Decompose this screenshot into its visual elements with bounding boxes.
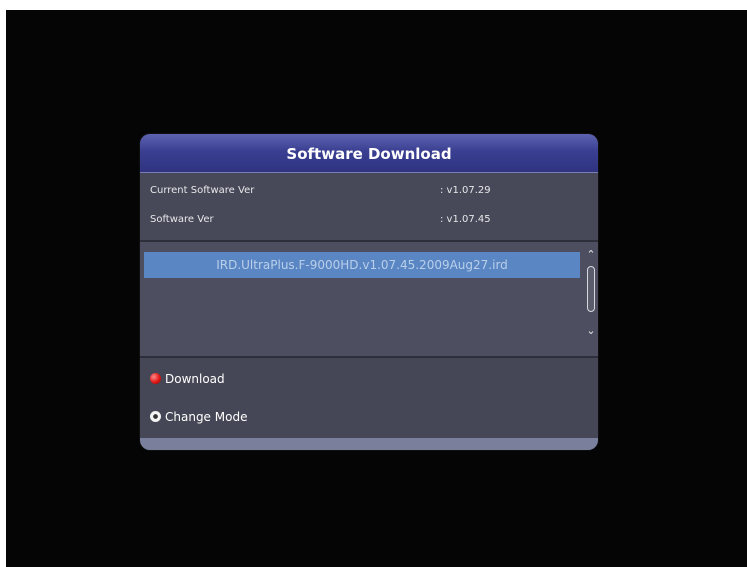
red-button-icon <box>150 373 161 384</box>
chevron-down-icon[interactable]: ⌄ <box>585 325 597 336</box>
version-info-panel: Current Software Ver : v1.07.29 Software… <box>140 173 598 242</box>
dialog-bottom-border <box>140 438 598 450</box>
software-download-dialog: Software Download Current Software Ver :… <box>140 134 598 450</box>
download-button[interactable]: Download <box>150 370 225 388</box>
change-mode-label: Change Mode <box>165 410 248 424</box>
new-version-value: : v1.07.45 <box>440 214 491 225</box>
current-version-value: : v1.07.29 <box>440 185 491 196</box>
chevron-up-icon[interactable]: ⌃ <box>585 249 597 260</box>
file-list-item-selected[interactable]: IRD.UltraPlus.F-9000HD.v1.07.45.2009Aug2… <box>144 252 580 278</box>
change-mode-button[interactable]: Change Mode <box>150 408 247 426</box>
scroll-thumb[interactable] <box>587 266 595 312</box>
current-version-row: Current Software Ver : v1.07.29 <box>150 185 590 201</box>
tv-screen: Software Download Current Software Ver :… <box>6 10 747 567</box>
action-panel: Download Change Mode <box>140 358 598 438</box>
download-label: Download <box>165 372 225 386</box>
current-version-label: Current Software Ver <box>150 185 255 196</box>
file-list-scrollbar[interactable]: ⌃ ⌄ <box>585 249 597 336</box>
white-button-icon <box>150 411 161 422</box>
file-list: IRD.UltraPlus.F-9000HD.v1.07.45.2009Aug2… <box>140 242 598 358</box>
new-version-row: Software Ver : v1.07.45 <box>150 214 590 230</box>
dialog-title: Software Download <box>140 134 598 173</box>
new-version-label: Software Ver <box>150 214 214 225</box>
